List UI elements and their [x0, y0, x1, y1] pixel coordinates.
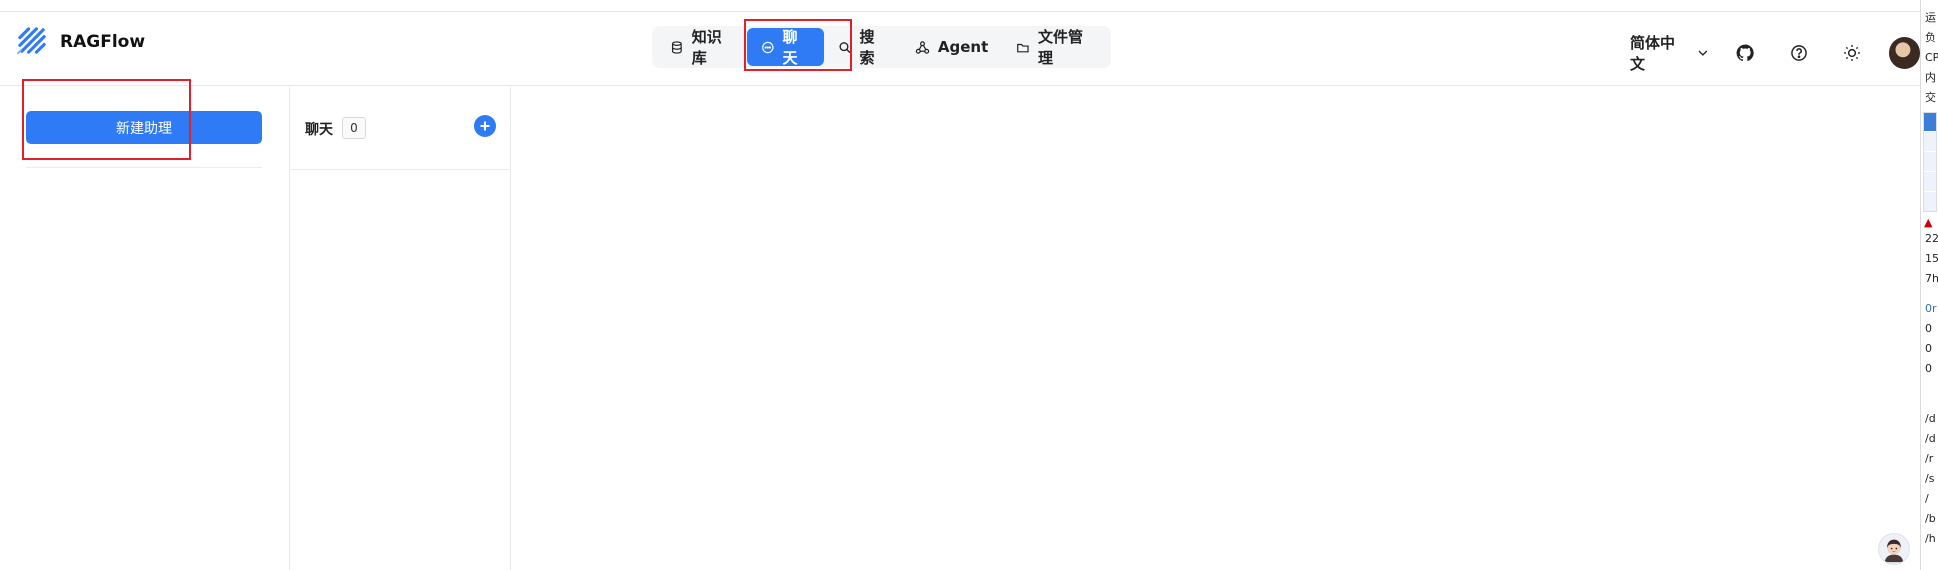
edge-text: /	[1925, 492, 1929, 505]
edge-text: 运	[1925, 11, 1936, 24]
chevron-down-icon	[1698, 50, 1708, 56]
browser-top-strip	[0, 0, 1920, 12]
edge-text: 15	[1925, 252, 1938, 265]
edge-text: 0r	[1925, 302, 1937, 315]
highlight-new-assistant	[22, 79, 191, 160]
help-icon	[1790, 45, 1807, 61]
edge-text: /r	[1925, 452, 1934, 465]
edge-text: 内	[1925, 71, 1936, 84]
highlight-chat-tab	[744, 19, 852, 71]
chat-list-title: 聊天	[305, 122, 333, 138]
edge-text: /d	[1925, 412, 1936, 425]
nav-label: 文件管理	[1038, 28, 1084, 67]
folder-icon	[1017, 43, 1029, 52]
nav-agent[interactable]: Agent	[901, 28, 1002, 66]
floating-assistant-button[interactable]	[1878, 533, 1910, 565]
github-icon	[1736, 44, 1754, 62]
adjacent-window-edge: 运 负 CP 内 交 ▲ 22 15 7h 0r 0 0 0 /d /d /r …	[1920, 0, 1938, 570]
user-avatar[interactable]	[1888, 37, 1920, 69]
help-button[interactable]	[1782, 36, 1815, 70]
edge-text: 0	[1925, 322, 1932, 335]
edge-text: /s	[1925, 472, 1935, 485]
edge-text: 7h	[1925, 272, 1938, 285]
chat-list-header: 聊天 0	[290, 87, 510, 170]
nav-knowledge-base[interactable]: 知识库	[656, 28, 747, 67]
chat-count-badge: 0	[342, 117, 366, 139]
edge-text: 0	[1925, 362, 1932, 375]
edge-text: /h	[1925, 532, 1936, 545]
header-actions: 简体中文	[1630, 32, 1920, 74]
edge-text: 交	[1925, 91, 1936, 104]
app-name: RAGFlow	[60, 31, 146, 52]
nav-label: 搜索	[859, 28, 875, 67]
edge-text: 0	[1925, 342, 1932, 355]
edge-table	[1923, 112, 1937, 212]
assistant-avatar-icon	[1884, 539, 1904, 563]
theme-sun-icon	[1844, 45, 1860, 61]
language-label: 简体中文	[1630, 34, 1676, 73]
nav-file-management[interactable]: 文件管理	[1002, 28, 1107, 67]
agent-graph-icon	[915, 40, 930, 54]
theme-toggle-button[interactable]	[1835, 36, 1868, 70]
up-arrow-icon: ▲	[1924, 216, 1933, 229]
nav-label: Agent	[937, 38, 989, 56]
ragflow-logo-icon	[16, 27, 46, 55]
edge-text: 22	[1925, 232, 1938, 245]
language-selector[interactable]: 简体中文	[1630, 32, 1709, 74]
database-icon	[671, 40, 682, 54]
divider	[26, 167, 262, 168]
github-button[interactable]	[1729, 36, 1762, 70]
edge-text: /d	[1925, 432, 1936, 445]
add-chat-button[interactable]	[474, 115, 496, 137]
nav-label: 知识库	[691, 28, 722, 67]
main-nav: 知识库 聊天 搜索 Agent 文件管理	[652, 26, 1111, 68]
top-header: RAGFlow 知识库 聊天 搜索 Agent 文件管理 简体中文	[0, 12, 1920, 86]
chat-list-panel: 聊天 0	[289, 87, 511, 570]
brand[interactable]: RAGFlow	[15, 24, 145, 59]
edge-text: CP	[1925, 51, 1938, 64]
plus-icon	[480, 121, 490, 131]
edge-text: /b	[1925, 512, 1936, 525]
app-root: RAGFlow 知识库 聊天 搜索 Agent 文件管理 简体中文 新建助理 聊…	[0, 0, 1938, 570]
edge-text: 负	[1925, 31, 1936, 44]
